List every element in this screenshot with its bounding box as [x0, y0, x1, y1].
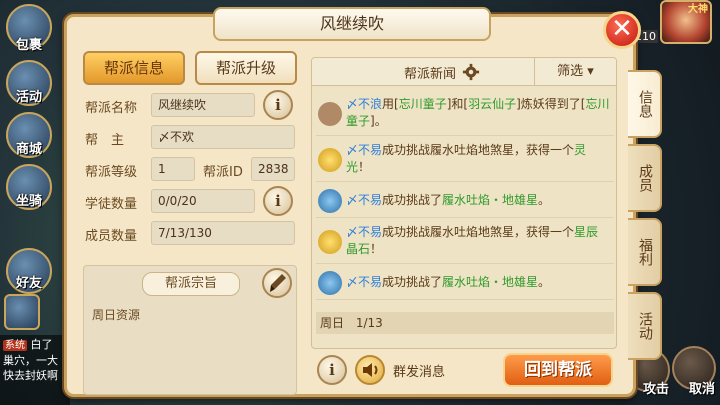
- friends-label: 好友: [15, 276, 42, 291]
- edit-brush-icon[interactable]: [262, 268, 292, 298]
- news-text-part: 成功挑战了: [382, 193, 443, 207]
- guild-news-panel: 帮派新闻 筛选 ▾ 〆不浪用[忘川童子]和[羽云仙子]炼妖得到了[忘川童子]。 …: [311, 57, 617, 349]
- chat-icon[interactable]: [4, 294, 40, 330]
- guild-name-label: 帮派名称: [85, 101, 138, 116]
- news-item: 〆不易成功挑战了履水吐焰・地雄星。: [316, 184, 614, 218]
- guild-leader-row: 帮 主 〆不欢: [85, 125, 297, 151]
- chat-system-tag: 系统: [3, 340, 27, 351]
- news-player-name: 〆不易: [346, 275, 383, 289]
- news-text-part: ！: [358, 160, 371, 174]
- news-text-part: ]和[: [446, 97, 469, 111]
- apprentice-info-button[interactable]: i: [263, 186, 293, 216]
- guild-level-value: 1: [151, 157, 195, 181]
- news-text-part: 。: [538, 193, 551, 207]
- help-info-button[interactable]: i: [317, 355, 347, 385]
- guild-leader-label: 帮 主: [85, 133, 125, 148]
- member-count-label: 成员数量: [85, 229, 138, 244]
- star-icon: [318, 148, 342, 172]
- guild-purpose-box: 帮派宗旨 周日资源: [83, 265, 297, 395]
- tab-info[interactable]: 信息: [628, 70, 662, 138]
- close-button[interactable]: ✕: [603, 11, 641, 49]
- cancel-label: 取消: [688, 382, 715, 397]
- news-day-label: 周日: [320, 316, 345, 330]
- tab-guild-upgrade[interactable]: 帮派升级: [195, 51, 297, 85]
- news-item-name: 羽云仙子: [468, 97, 517, 111]
- news-player-name: 〆不易: [346, 193, 383, 207]
- tab-members[interactable]: 成员: [628, 144, 662, 212]
- guild-id-label: 帮派ID: [203, 165, 243, 180]
- bag-label: 包裹: [15, 38, 42, 53]
- apprentice-count-label: 学徒数量: [85, 197, 138, 212]
- guild-name-info-button[interactable]: i: [263, 90, 293, 120]
- member-count-row: 成员数量 7/13/130: [85, 221, 297, 247]
- news-text: 〆不易成功挑战履水吐焰地煞星，获得一个星辰晶石！: [346, 224, 610, 258]
- return-to-guild-button[interactable]: 回到帮派: [503, 353, 613, 387]
- broadcast-label[interactable]: 群发消息: [393, 361, 445, 380]
- guild-name-value: 风继续吹: [151, 93, 255, 117]
- creature-icon: [318, 102, 342, 126]
- news-target: 履水吐焰・地雄星: [442, 275, 539, 289]
- news-title: 帮派新闻: [404, 67, 457, 82]
- news-text-part: 用[: [382, 97, 399, 111]
- news-day-row: 周日 1/13: [316, 312, 614, 334]
- player-name: 大神: [688, 4, 708, 15]
- news-target: 履水吐焰・地雄星: [442, 193, 539, 207]
- news-text: 〆不浪用[忘川童子]和[羽云仙子]炼妖得到了[忘川童子]。: [346, 96, 610, 130]
- guild-leader-value: 〆不欢: [151, 125, 295, 149]
- news-text: 〆不易成功挑战履水吐焰地煞星，获得一个灵光！: [346, 142, 610, 176]
- activity-label: 活动: [15, 90, 42, 105]
- news-text-part: 成功挑战了: [382, 275, 443, 289]
- monster-icon: [318, 271, 342, 295]
- guild-name-row: 帮派名称 风继续吹 i: [85, 90, 297, 120]
- shop-label: 商城: [15, 142, 42, 157]
- attack-label: 攻击: [642, 382, 669, 397]
- monster-icon: [318, 189, 342, 213]
- apprentice-count-value: 0/0/20: [151, 189, 255, 213]
- news-text-part: ！: [370, 242, 383, 256]
- tab-welfare[interactable]: 福利: [628, 218, 662, 286]
- guild-purpose-title: 帮派宗旨: [142, 272, 240, 296]
- news-text-part: ]。: [370, 114, 387, 128]
- news-item-name: 忘川童子: [398, 97, 447, 111]
- guild-level-label: 帮派等级: [85, 165, 138, 180]
- mount-label: 坐骑: [15, 194, 42, 209]
- news-text-part: 成功挑战履水吐焰地煞星，获得一个: [382, 225, 575, 239]
- apprentice-count-row: 学徒数量 0/0/20 i: [85, 186, 297, 216]
- news-item: 〆不易成功挑战履水吐焰地煞星，获得一个灵光！: [316, 138, 614, 182]
- chat-line: 白了: [30, 338, 53, 351]
- news-player-name: 〆不浪: [346, 97, 383, 111]
- news-text-part: ]炼妖得到了[: [516, 97, 586, 111]
- news-item: 〆不易成功挑战履水吐焰地煞星，获得一个星辰晶石！: [316, 220, 614, 264]
- dialog-title: 风继续吹: [213, 7, 491, 41]
- chat-line: 快去封妖啊: [3, 369, 58, 382]
- guild-dialog: 风继续吹 ✕ 帮派信息 帮派升级 帮派名称 风继续吹 i 帮 主 〆不欢 帮派等…: [64, 7, 641, 397]
- news-page-indicator: 1/13: [355, 316, 383, 330]
- tab-guild-info[interactable]: 帮派信息: [83, 51, 185, 85]
- member-count-value: 7/13/130: [151, 221, 295, 245]
- news-text: 〆不易成功挑战了履水吐焰・地雄星。: [346, 274, 610, 291]
- news-text: 〆不易成功挑战了履水吐焰・地雄星。: [346, 192, 610, 209]
- speaker-icon[interactable]: [355, 355, 385, 385]
- news-player-name: 〆不易: [346, 143, 383, 157]
- guild-purpose-text: 周日资源: [92, 308, 141, 322]
- news-text-part: 。: [538, 275, 551, 289]
- news-item: 〆不易成功挑战了履水吐焰・地雄星。: [316, 266, 614, 300]
- star-icon: [318, 230, 342, 254]
- news-header: 帮派新闻 筛选 ▾: [312, 58, 616, 86]
- news-item: 〆不浪用[忘川童子]和[羽云仙子]炼妖得到了[忘川童子]。: [316, 92, 614, 136]
- news-player-name: 〆不易: [346, 225, 383, 239]
- chat-log[interactable]: 系统 白了 巢穴，一大 快去封妖啊: [0, 335, 70, 405]
- guild-info-panel: 帮派信息 帮派升级 帮派名称 风继续吹 i 帮 主 〆不欢 帮派等级 1 帮派I…: [75, 51, 299, 395]
- guild-level-row: 帮派等级 1 帮派ID 2838: [85, 157, 297, 183]
- bottom-bar: i 群发消息 回到帮派: [311, 351, 617, 393]
- tab-activities[interactable]: 活动: [628, 292, 662, 360]
- guild-id-value: 2838: [251, 157, 295, 181]
- news-text-part: 成功挑战履水吐焰地煞星，获得一个: [382, 143, 575, 157]
- chat-line: 巢穴，一大: [3, 354, 58, 367]
- filter-dropdown[interactable]: 筛选 ▾: [534, 58, 616, 86]
- gear-icon[interactable]: [462, 63, 480, 81]
